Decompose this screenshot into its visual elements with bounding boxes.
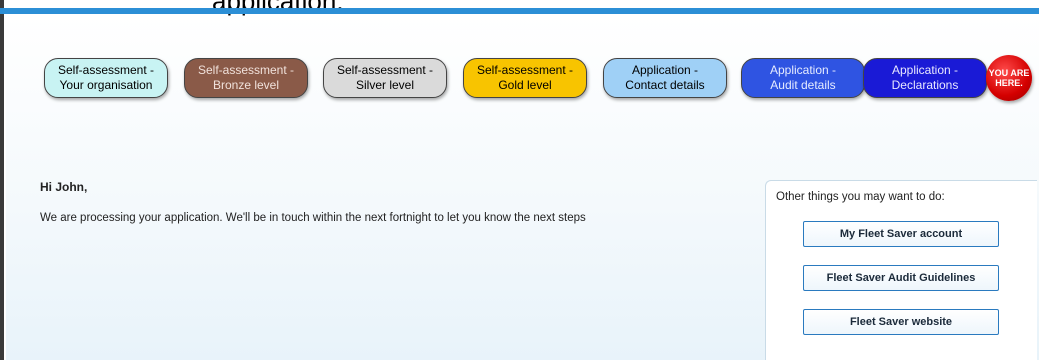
step-audit-details[interactable]: Application - Audit details	[741, 58, 865, 98]
step-contact-details[interactable]: Application - Contact details	[603, 58, 727, 98]
greeting-text: Hi John,	[40, 180, 88, 194]
progress-steps: Self-assessment - Your organisation Self…	[38, 43, 1038, 103]
step-bronze-level[interactable]: Self-assessment - Bronze level	[184, 58, 308, 98]
window-left-edge	[0, 0, 4, 360]
audit-guidelines-button[interactable]: Fleet Saver Audit Guidelines	[803, 265, 999, 291]
fleet-saver-website-button[interactable]: Fleet Saver website	[803, 309, 999, 335]
other-actions-panel: Other things you may want to do: My Flee…	[765, 180, 1037, 360]
you-are-here-badge: YOU ARE HERE.	[986, 55, 1032, 101]
panel-title: Other things you may want to do:	[776, 191, 945, 203]
my-fleet-saver-account-button[interactable]: My Fleet Saver account	[803, 221, 999, 247]
status-message: We are processing your application. We'l…	[40, 212, 586, 224]
header-accent-bar	[0, 8, 1039, 14]
step-your-organisation[interactable]: Self-assessment - Your organisation	[44, 58, 168, 98]
step-declarations[interactable]: Application - Declarations	[863, 58, 987, 98]
step-gold-level[interactable]: Self-assessment - Gold level	[463, 58, 587, 98]
step-silver-level[interactable]: Self-assessment - Silver level	[323, 58, 447, 98]
